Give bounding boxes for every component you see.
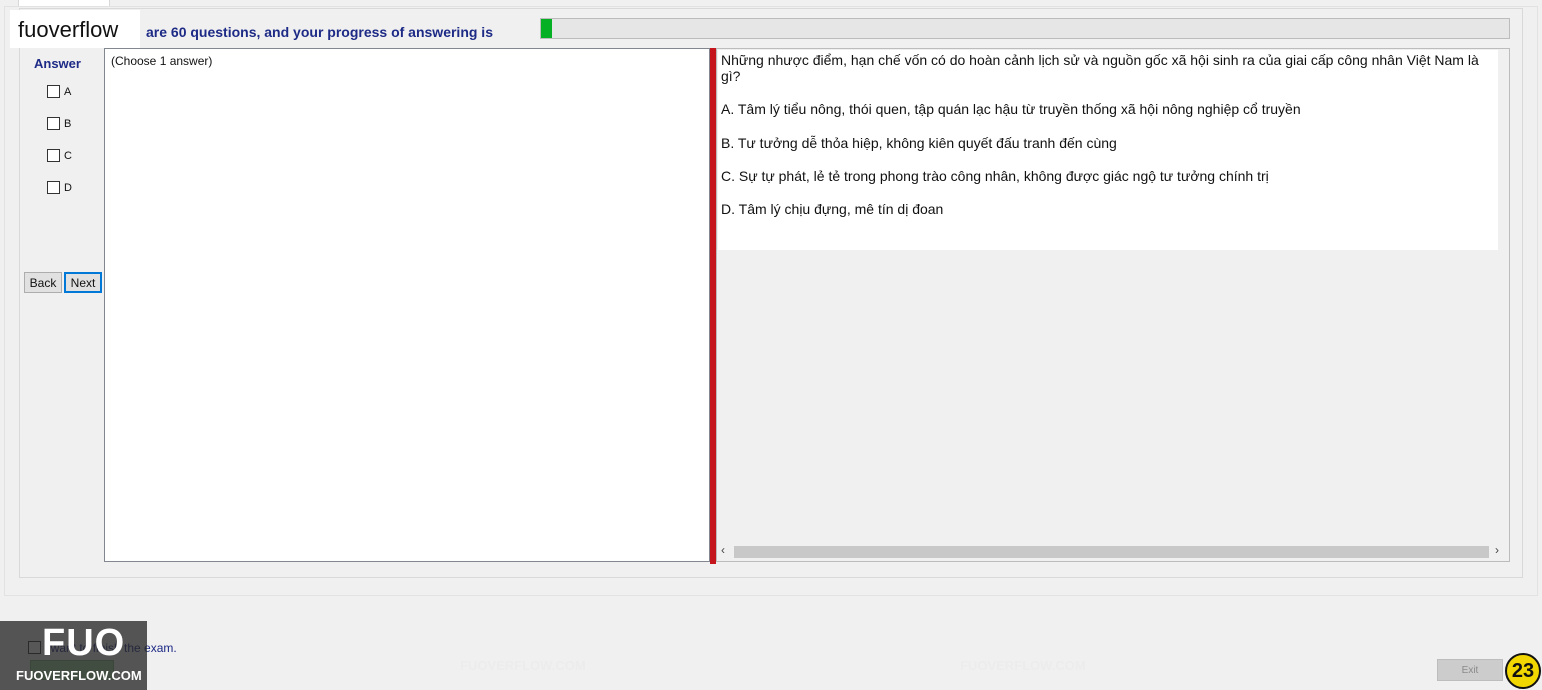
answer-option-c[interactable]: C xyxy=(47,147,72,163)
question-option-d: D. Tâm lý chịu đựng, mê tín dị đoan xyxy=(721,201,944,217)
answer-option-a[interactable]: A xyxy=(47,83,71,99)
answer-heading: Answer xyxy=(34,56,81,71)
exit-button[interactable]: Exit xyxy=(1437,659,1503,681)
logo-url: FUOVERFLOW.COM xyxy=(16,668,142,683)
logo-text: FUO xyxy=(42,622,126,664)
progress-fill xyxy=(541,19,552,38)
option-letter: D xyxy=(64,181,72,194)
question-text: Những nhược điểm, hạn chế vốn có do hoàn… xyxy=(721,52,1479,84)
back-button[interactable]: Back xyxy=(24,272,62,293)
watermark-text: FUOVERFLOW.COM xyxy=(960,658,1086,673)
progress-text: are 60 questions, and your progress of a… xyxy=(146,24,493,40)
answer-option-d[interactable]: D xyxy=(47,179,72,195)
checkbox-icon[interactable] xyxy=(47,149,60,163)
watermark-text: FUOVERFLOW.COM xyxy=(460,658,586,673)
answer-text-area[interactable] xyxy=(104,48,710,562)
question-option-c: C. Sự tự phát, lẻ tẻ trong phong trào cô… xyxy=(721,168,1269,184)
question-option-a: A. Tâm lý tiểu nông, thói quen, tập quán… xyxy=(721,101,1301,117)
progress-bar xyxy=(540,18,1510,39)
option-letter: A xyxy=(64,85,72,98)
checkbox-icon[interactable] xyxy=(47,85,60,99)
answer-option-b[interactable]: B xyxy=(47,115,71,131)
option-letter: C xyxy=(64,149,72,162)
next-button[interactable]: Next xyxy=(64,272,102,293)
brand-label: fuoverflow xyxy=(10,10,140,48)
scroll-left-icon[interactable]: ‹ xyxy=(721,543,725,557)
scrollbar-thumb[interactable] xyxy=(734,546,1489,558)
scroll-right-icon[interactable]: › xyxy=(1495,543,1499,557)
question-option-b: B. Tư tưởng dễ thỏa hiệp, không kiên quy… xyxy=(721,135,1117,151)
page-number-badge: 23 xyxy=(1505,653,1541,689)
answer-hint: (Choose 1 answer) xyxy=(111,54,213,68)
option-letter: B xyxy=(64,117,72,130)
checkbox-icon[interactable] xyxy=(47,117,60,131)
checkbox-icon[interactable] xyxy=(47,181,60,195)
